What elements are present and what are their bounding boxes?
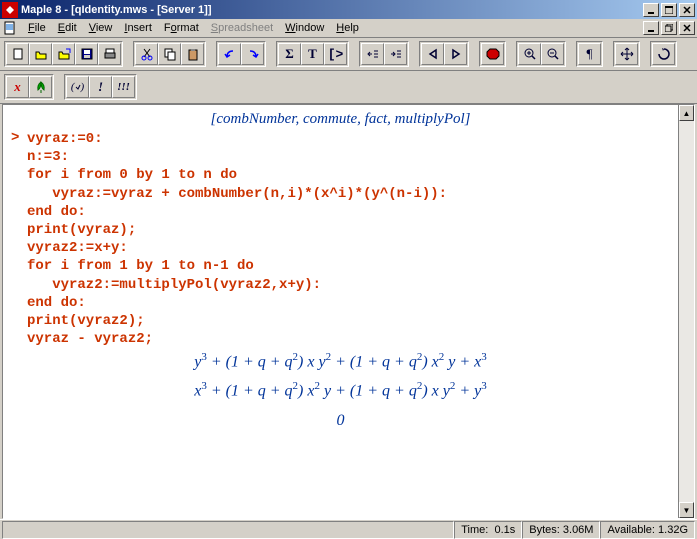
restart-button[interactable] <box>652 43 675 65</box>
status-bytes: Bytes: 3.06M <box>522 521 600 539</box>
titlebar: Maple 8 - [qIdentity.mws - [Server 1]] <box>0 0 697 19</box>
move-button[interactable] <box>615 43 638 65</box>
mdi-restore-button[interactable] <box>661 21 677 35</box>
code-line: vyraz - vyraz2; <box>27 330 670 348</box>
menu-format[interactable]: Format <box>158 20 205 36</box>
print-button[interactable] <box>98 43 121 65</box>
zoom-out-button[interactable] <box>541 43 564 65</box>
code-line: for i from 0 by 1 to n do <box>27 166 670 184</box>
prompt-button[interactable]: [> <box>324 43 347 65</box>
new-button[interactable] <box>6 43 29 65</box>
stop-button[interactable] <box>481 43 504 65</box>
toolbar-secondary: x () ! !!! <box>0 71 697 104</box>
status-time: Time: 0.1s <box>454 521 522 539</box>
input-prompt: > <box>11 130 27 348</box>
code-line: vyraz:=vyraz + combNumber(n,i)*(x^i)*(y^… <box>27 185 670 203</box>
status-spacer <box>2 521 454 539</box>
open2-button[interactable] <box>52 43 75 65</box>
sigma-button[interactable]: Σ <box>278 43 301 65</box>
math-output-2: x3 + (1 + q + q2) x2 y + (1 + q + q2) x … <box>11 377 670 406</box>
math-output-3: 0 <box>11 407 670 436</box>
code-line: print(vyraz2); <box>27 312 670 330</box>
paren-button[interactable]: () <box>66 76 89 98</box>
code-block[interactable]: vyraz:=0: n:=3: for i from 0 by 1 to n d… <box>27 130 670 348</box>
indent-button[interactable] <box>384 43 407 65</box>
leaf-icon[interactable] <box>29 76 52 98</box>
code-line: vyraz2:=multiplyPol(vyraz2,x+y): <box>27 276 670 294</box>
menu-window[interactable]: Window <box>279 20 330 36</box>
text-button[interactable]: T <box>301 43 324 65</box>
worksheet-content[interactable]: [combNumber, commute, fact, multiplyPol]… <box>3 105 678 518</box>
menu-view[interactable]: View <box>83 20 119 36</box>
worksheet-area: [combNumber, commute, fact, multiplyPol]… <box>2 104 695 519</box>
exec-button[interactable]: ! <box>89 76 112 98</box>
open-button[interactable] <box>29 43 52 65</box>
menubar: File Edit View Insert Format Spreadsheet… <box>0 19 697 38</box>
save-button[interactable] <box>75 43 98 65</box>
code-line: vyraz2:=x+y: <box>27 239 670 257</box>
redo-button[interactable] <box>241 43 264 65</box>
exec-all-button[interactable]: !!! <box>112 76 135 98</box>
menu-edit[interactable]: Edit <box>52 20 83 36</box>
copy-button[interactable] <box>158 43 181 65</box>
minimize-button[interactable] <box>643 3 659 17</box>
mdi-close-button[interactable] <box>679 21 695 35</box>
code-line: vyraz:=0: <box>27 130 670 148</box>
undo-button[interactable] <box>218 43 241 65</box>
app-icon <box>2 2 18 18</box>
scroll-down-button[interactable]: ▼ <box>679 502 694 518</box>
menu-help[interactable]: Help <box>330 20 365 36</box>
forward-button[interactable] <box>444 43 467 65</box>
vertical-scrollbar[interactable]: ▲ ▼ <box>678 105 694 518</box>
toolbar-main: Σ T [> ¶ <box>0 38 697 71</box>
statusbar: Time: 0.1s Bytes: 3.06M Available: 1.32G <box>0 519 697 539</box>
menu-file[interactable]: File <box>22 20 52 36</box>
status-available: Available: 1.32G <box>600 521 695 539</box>
document-icon[interactable] <box>2 20 18 36</box>
window-title: Maple 8 - [qIdentity.mws - [Server 1]] <box>21 4 643 16</box>
x-button[interactable]: x <box>6 76 29 98</box>
scroll-track[interactable] <box>679 121 694 502</box>
menu-insert[interactable]: Insert <box>118 20 158 36</box>
maximize-button[interactable] <box>661 3 677 17</box>
output-header: [combNumber, commute, fact, multiplyPol] <box>11 109 670 130</box>
mdi-minimize-button[interactable] <box>643 21 659 35</box>
back-button[interactable] <box>421 43 444 65</box>
code-line: for i from 1 by 1 to n-1 do <box>27 257 670 275</box>
code-line: end do: <box>27 203 670 221</box>
close-button[interactable] <box>679 3 695 17</box>
math-output-1: y3 + (1 + q + q2) x y2 + (1 + q + q2) x2… <box>11 348 670 377</box>
paste-button[interactable] <box>181 43 204 65</box>
code-line: print(vyraz); <box>27 221 670 239</box>
cut-button[interactable] <box>135 43 158 65</box>
zoom-in-button[interactable] <box>518 43 541 65</box>
code-line: n:=3: <box>27 148 670 166</box>
pilcrow-button[interactable]: ¶ <box>578 43 601 65</box>
code-line: end do: <box>27 294 670 312</box>
scroll-up-button[interactable]: ▲ <box>679 105 694 121</box>
menu-spreadsheet: Spreadsheet <box>205 20 279 36</box>
outdent-button[interactable] <box>361 43 384 65</box>
